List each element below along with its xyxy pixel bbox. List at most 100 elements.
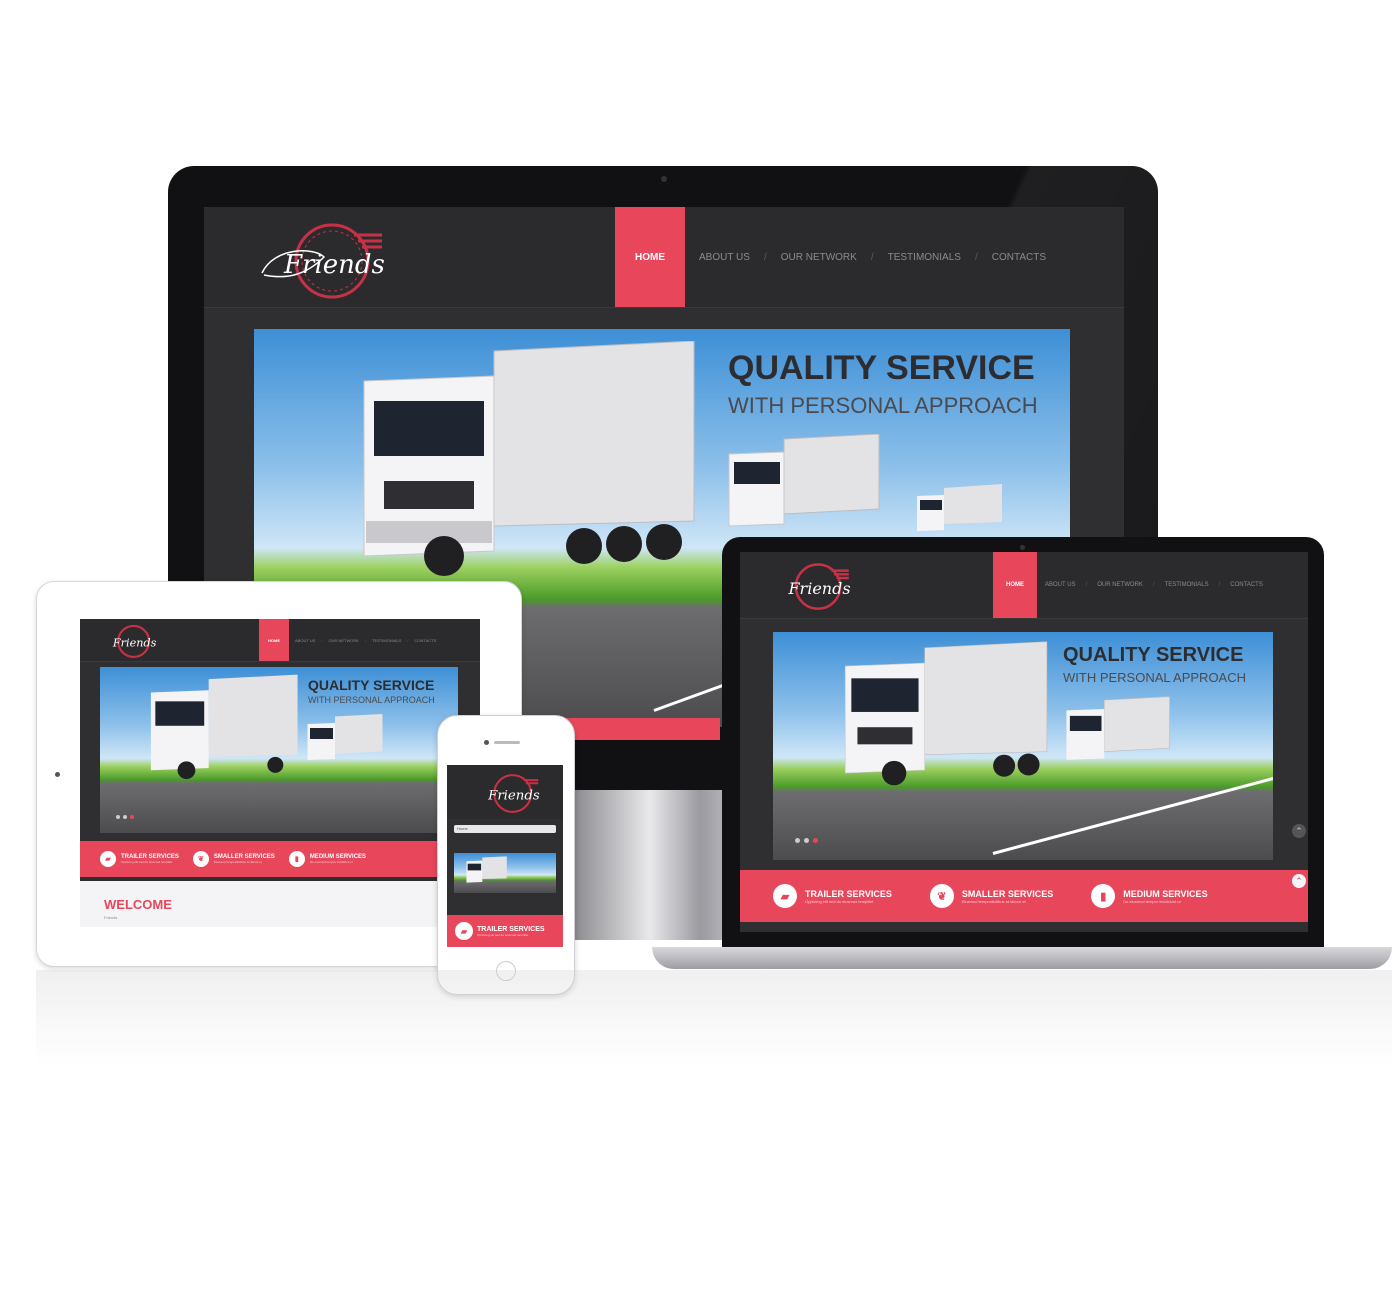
slider-dots[interactable] <box>116 815 134 819</box>
welcome-subtext: Friends <box>104 915 118 920</box>
svg-text:Friends: Friends <box>487 789 540 804</box>
monitor-camera <box>661 176 667 182</box>
service-title: TRAILER SERVICES <box>805 888 892 899</box>
phone-speaker <box>494 741 520 744</box>
laptop-header: Friends HOME ABOUT US / OUR NETWORK / TE… <box>740 552 1308 619</box>
nav-about[interactable]: ABOUT US <box>699 252 750 263</box>
hero-subtitle: WITH PERSONAL APPROACH <box>308 695 435 705</box>
friends-logo-icon: Friends <box>261 223 385 299</box>
laptop-base <box>652 947 1392 969</box>
service-desc: Do eiusmod tempor incididunt ut <box>309 860 353 864</box>
truck-icon: ▰ <box>100 851 116 867</box>
slider-dot[interactable] <box>795 838 800 843</box>
service-medium[interactable]: ▮ MEDIUM SERVICES Do eiusmod tempor inci… <box>288 851 366 867</box>
service-title: TRAILER SERVICES <box>477 925 545 933</box>
hero-subtitle: WITH PERSONAL APPROACH <box>728 393 1038 418</box>
nav-home[interactable]: HOME <box>259 619 289 661</box>
phone-logo[interactable]: Friends <box>471 771 541 815</box>
slider-dot-active[interactable] <box>130 815 134 819</box>
nav-separator: / <box>321 637 323 643</box>
service-title: SMALLER SERVICES <box>961 888 1054 899</box>
nav-testimonials[interactable]: TESTIMONIALS <box>372 638 401 643</box>
nav-about[interactable]: ABOUT US <box>1045 582 1076 588</box>
floor-reflection <box>36 970 1392 1090</box>
service-desc: Eiusmod tempordictibus at labore et <box>213 860 262 864</box>
nav-home[interactable]: HOME <box>615 207 685 307</box>
slider-dot-active[interactable] <box>813 838 818 843</box>
hero-subtitle: WITH PERSONAL APPROACH <box>1063 670 1246 685</box>
friends-logo-icon: Friends <box>487 774 540 813</box>
nav-separator: / <box>1085 582 1088 588</box>
service-trailer[interactable]: ▰ TRAILER SERVICES Opplicing elit sed do… <box>773 884 892 908</box>
truck-image <box>724 433 884 534</box>
mobile-menu-select[interactable]: Home <box>454 825 556 833</box>
service-desc: Opplicing elit sed do eiusmod tempillet <box>805 898 874 904</box>
friends-logo-icon: Friends <box>112 624 157 659</box>
nav-separator: / <box>364 637 367 643</box>
nav-network[interactable]: OUR NETWORK <box>1097 582 1143 588</box>
svg-text:Friends: Friends <box>283 250 384 280</box>
truck-image <box>464 856 508 886</box>
service-medium[interactable]: ▮ MEDIUM SERVICES Do eiusmod tempor inci… <box>1091 884 1208 908</box>
nav-about[interactable]: ABOUT US <box>295 638 315 643</box>
scroll-up-button[interactable]: ⌃ <box>1292 874 1306 888</box>
welcome-section: WELCOME Friends <box>80 881 480 927</box>
nav-network[interactable]: OUR NETWORK <box>781 252 857 263</box>
nav-testimonials[interactable]: TESTIMONIALS <box>888 252 961 263</box>
truck-image <box>914 484 1004 534</box>
service-desc: Eiusmod tempordictibus at labore et <box>961 898 1026 904</box>
tablet-services-bar: ▰ TRAILER SERVICES Opplicing elit sed do… <box>80 841 480 877</box>
hero-title: QUALITY SERVICE <box>1063 644 1244 666</box>
welcome-heading: WELCOME <box>104 897 172 912</box>
nav-contacts[interactable]: CONTACTS <box>1230 582 1263 588</box>
nav-network[interactable]: OUR NETWORK <box>329 638 359 643</box>
service-smaller[interactable]: ❦ SMALLER SERVICES Eiusmod tempordictibu… <box>192 851 275 867</box>
hero-title: QUALITY SERVICE <box>728 349 1035 387</box>
laptop-nav: HOME ABOUT US / OUR NETWORK / TESTIMONIA… <box>993 552 1263 618</box>
nav-testimonials[interactable]: TESTIMONIALS <box>1165 582 1209 588</box>
tablet-screen: Friends HOME ABOUT US / OUR NETWORK / TE… <box>80 619 480 927</box>
tablet-camera <box>55 772 60 777</box>
nav-separator: / <box>407 637 409 643</box>
scroll-up-button[interactable]: ⌃ <box>1292 824 1306 838</box>
nav-separator: / <box>870 251 874 263</box>
tablet-logo[interactable]: Friends <box>100 622 157 660</box>
laptop-logo[interactable]: Friends <box>770 558 851 614</box>
nav-contacts[interactable]: CONTACTS <box>415 638 437 643</box>
nav-separator: / <box>974 251 978 263</box>
truck-icon: ▰ <box>773 884 797 908</box>
mobile-menu-label: Home <box>457 826 468 831</box>
tablet-hero-slider: QUALITY SERVICE WITH PERSONAL APPROACH <box>100 667 458 833</box>
svg-text:Friends: Friends <box>112 637 156 650</box>
slider-dot[interactable] <box>804 838 809 843</box>
phone-header: Friends <box>447 765 563 819</box>
truck-image <box>142 673 302 783</box>
service-smaller[interactable]: ❦ SMALLER SERVICES Eiusmod tempordictibu… <box>929 884 1054 908</box>
slider-dot[interactable] <box>116 815 120 819</box>
truck-icon: ▰ <box>455 922 473 940</box>
service-trailer[interactable]: ▰ TRAILER SERVICES Opplicing elit sed do… <box>100 851 179 867</box>
leaf-icon: ❦ <box>192 851 209 867</box>
laptop-camera <box>1020 545 1025 550</box>
laptop-services-bar: ▰ TRAILER SERVICES Opplicing elit sed do… <box>740 870 1308 922</box>
laptop-hero-slider: QUALITY SERVICE WITH PERSONAL APPROACH <box>773 632 1273 860</box>
nav-home[interactable]: HOME <box>993 552 1037 618</box>
nav-separator: / <box>1218 582 1221 588</box>
hero-title: QUALITY SERVICE <box>308 677 435 693</box>
van-icon: ▮ <box>288 851 305 867</box>
desktop-nav: HOME ABOUT US / OUR NETWORK / TESTIMONIA… <box>615 207 1046 307</box>
service-desc: Opplicing elit sed do eiusmod tempillet <box>477 932 529 937</box>
phone-hero-slider <box>454 853 556 893</box>
phone-screen: Friends Home ▰ TRAILER SERVICES Opplicin… <box>447 765 563 947</box>
nav-contacts[interactable]: CONTACTS <box>992 252 1046 263</box>
truck-image <box>833 640 1053 790</box>
slider-dots[interactable] <box>795 838 818 843</box>
slider-dot[interactable] <box>123 815 127 819</box>
service-trailer[interactable]: ▰ TRAILER SERVICES Opplicing elit sed do… <box>455 922 545 940</box>
phone-camera <box>484 740 489 745</box>
nav-separator: / <box>763 251 767 263</box>
service-title: MEDIUM SERVICES <box>1123 888 1208 899</box>
service-desc: Opplicing elit sed do eiusmod tempillet <box>121 860 173 864</box>
desktop-logo[interactable]: Friends <box>254 217 385 303</box>
service-desc: Do eiusmod tempor incididunt ut <box>1123 898 1181 904</box>
